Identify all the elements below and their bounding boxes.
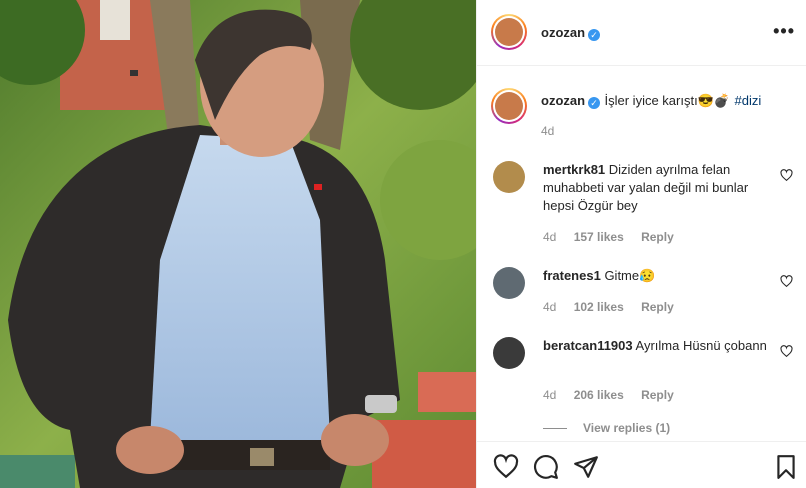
replies-divider-line	[543, 428, 567, 430]
verified-badge-icon: ✓	[588, 29, 601, 41]
comment-like-heart-icon[interactable]	[780, 169, 793, 182]
comment-username[interactable]: mertkrk81	[543, 162, 605, 177]
caption-text: İşler iyice karıştı😎💣	[604, 93, 731, 108]
more-options-icon[interactable]: •••	[773, 22, 795, 40]
comment-icon[interactable]	[533, 454, 559, 480]
comment-like-heart-icon[interactable]	[780, 275, 793, 288]
post-photo[interactable]	[0, 0, 476, 488]
post-actions-bar	[477, 441, 806, 488]
comment-body: beratcan11903 Ayrılma Hüsnü çobann	[543, 337, 775, 355]
view-replies-label: View replies (1)	[583, 421, 671, 435]
caption: ozozan ✓ İşler iyice karıştı😎💣 #dizi	[541, 92, 791, 110]
post-header: ozozan ✓ •••	[477, 0, 806, 66]
comment-item: fratenes1 Gitme😥 4d 102 likes Reply	[493, 267, 793, 317]
comment-avatar[interactable]	[493, 337, 525, 369]
avatar-image	[495, 18, 523, 46]
comment-avatar[interactable]	[493, 161, 525, 193]
comment-reply-button[interactable]: Reply	[641, 230, 674, 244]
instagram-post-view: ozozan ✓ ••• ozozan ✓ İşler iyice karıştı😎…	[0, 0, 806, 488]
author-avatar[interactable]	[491, 14, 527, 50]
bookmark-icon[interactable]	[773, 454, 799, 480]
comment-reply-button[interactable]: Reply	[641, 388, 674, 402]
comment-reply-button[interactable]: Reply	[641, 300, 674, 314]
caption-age[interactable]: 4d	[541, 124, 554, 138]
share-icon[interactable]	[573, 454, 599, 480]
post-details-panel: ozozan ✓ ••• ozozan ✓ İşler iyice karıştı😎…	[476, 0, 806, 488]
comment-likes[interactable]: 157 likes	[574, 230, 624, 244]
view-replies-button[interactable]: View replies (1)	[543, 421, 670, 435]
author-username-wrap: ozozan ✓	[541, 24, 601, 42]
caption-avatar-image	[495, 92, 523, 120]
comment-like-heart-icon[interactable]	[780, 345, 793, 358]
comment-text: Gitme😥	[604, 268, 656, 283]
post-photo-illustration	[0, 0, 476, 488]
comment-username[interactable]: fratenes1	[543, 268, 601, 283]
caption-avatar[interactable]	[491, 88, 527, 124]
heart-icon[interactable]	[493, 454, 519, 480]
comment-age[interactable]: 4d	[543, 388, 556, 402]
comment-meta: 4d 102 likes Reply	[543, 300, 688, 314]
comment-item: beratcan11903 Ayrılma Hüsnü çobann 4d 20…	[493, 337, 793, 417]
comment-meta: 4d 206 likes Reply	[543, 388, 688, 402]
comment-body: fratenes1 Gitme😥	[543, 267, 775, 285]
comment-item: mertkrk81 Diziden ayrılma felan muhabbet…	[493, 161, 793, 251]
comment-age[interactable]: 4d	[543, 230, 556, 244]
comment-likes[interactable]: 102 likes	[574, 300, 624, 314]
comment-body: mertkrk81 Diziden ayrılma felan muhabbet…	[543, 161, 775, 215]
comment-meta: 4d 157 likes Reply	[543, 230, 688, 244]
caption-hashtag[interactable]: #dizi	[735, 93, 762, 108]
comment-username[interactable]: beratcan11903	[543, 338, 633, 353]
caption-verified-icon: ✓	[588, 97, 601, 109]
comment-age[interactable]: 4d	[543, 300, 556, 314]
comment-avatar[interactable]	[493, 267, 525, 299]
author-username[interactable]: ozozan	[541, 25, 585, 40]
comment-likes[interactable]: 206 likes	[574, 388, 624, 402]
caption-username[interactable]: ozozan	[541, 93, 585, 108]
comment-text: Ayrılma Hüsnü çobann	[635, 338, 767, 353]
